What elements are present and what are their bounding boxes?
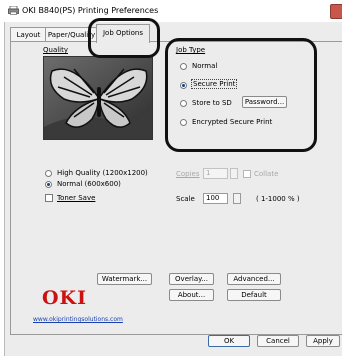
window-title: OKI B840(PS) Printing Preferences: [22, 6, 159, 15]
scale-label: Scale: [176, 195, 195, 203]
toner-save-label: Toner Save: [57, 194, 96, 202]
annotation-oval: [88, 18, 160, 58]
scale-range-label: ( 1-1000 % ): [256, 195, 300, 203]
butterfly-image: [44, 57, 152, 139]
quality-normal-label: Normal (600x600): [57, 180, 121, 188]
collate-checkbox[interactable]: [243, 170, 251, 178]
ok-button[interactable]: OK: [208, 335, 250, 347]
oki-logo: OKI: [42, 287, 87, 309]
overlay-button[interactable]: Overlay...: [169, 273, 214, 285]
watermark-button[interactable]: Watermark...: [97, 273, 152, 285]
copies-label: Copies: [176, 170, 200, 178]
tab-layout[interactable]: Layout: [10, 27, 47, 42]
tab-layout-label: Layout: [16, 31, 41, 39]
default-button[interactable]: Default: [227, 289, 281, 301]
advanced-button[interactable]: Advanced...: [227, 273, 281, 285]
close-icon[interactable]: [330, 4, 342, 19]
printer-icon: [8, 6, 19, 15]
website-link[interactable]: www.okiprintingsolutions.com: [33, 316, 123, 323]
quality-normal-radio[interactable]: [45, 181, 52, 188]
quality-label: Quality: [43, 46, 69, 54]
cancel-button[interactable]: Cancel: [257, 335, 299, 347]
apply-button[interactable]: Apply: [306, 335, 340, 347]
scale-spinner[interactable]: [233, 193, 241, 204]
collate-label: Collate: [254, 170, 279, 178]
copies-input[interactable]: 1: [203, 168, 228, 179]
quality-high-label: High Quality (1200x1200): [57, 169, 148, 177]
toner-save-checkbox[interactable]: [45, 194, 53, 202]
copies-spinner[interactable]: [230, 168, 238, 179]
quality-high-radio[interactable]: [45, 170, 52, 177]
quality-preview-image: [43, 56, 153, 140]
about-button[interactable]: About...: [169, 289, 214, 301]
scale-input[interactable]: 100: [203, 193, 228, 204]
annotation-rect: [165, 38, 317, 152]
